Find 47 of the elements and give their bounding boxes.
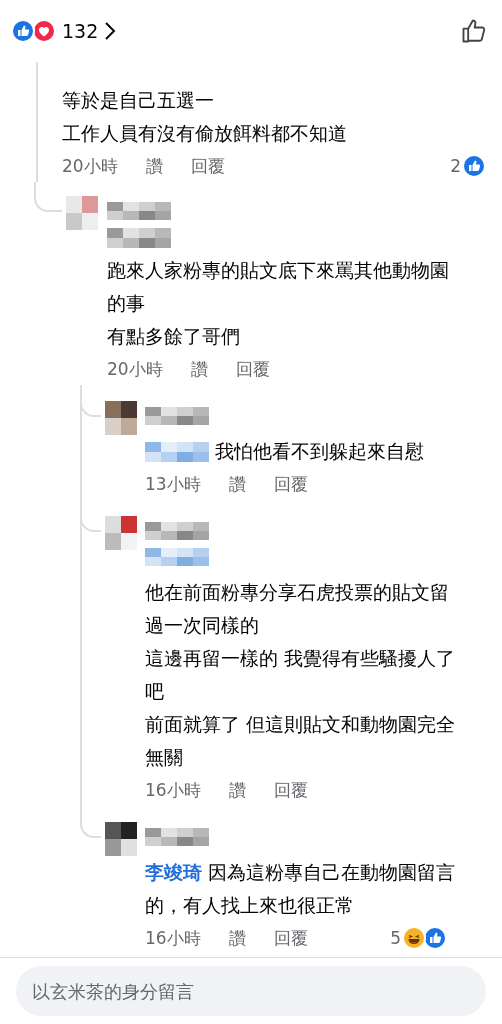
mention-link[interactable]: 李竣琦 [145,861,202,883]
thumbs-up-icon[interactable] [460,17,488,45]
like-link[interactable]: 讚 [190,357,208,381]
love-reaction-icon [32,19,56,43]
reaction-count: 5 [390,928,401,948]
reaction-count: 2 [450,156,461,176]
like-link[interactable]: 讚 [228,926,246,950]
comment-text: 跑來人家粉專的貼文底下來罵其他動物園的事 [107,258,450,316]
thread-connector [34,182,62,212]
comment-text: 這邊再留一樣的 我覺得有些騷擾人了吧 [145,646,457,704]
blurred-name [145,522,209,540]
blurred-mention [145,548,209,566]
reaction-count[interactable]: 132 [62,20,99,42]
comment-time: 13小時 [145,472,201,496]
comment-text: 前面就算了 但這則貼文和動物園完全無關 [145,712,457,770]
comment-text: 李竣琦 因為這粉專自己在動物園留言的，有人找上來也很正常 [145,860,457,918]
blurred-mention [145,441,209,462]
reply-link[interactable]: 回覆 [190,154,225,178]
like-link[interactable]: 讚 [228,778,246,802]
thread-connector [80,806,101,838]
avatar[interactable] [105,822,137,856]
blurred-name [145,828,209,846]
haha-reaction-icon [402,926,426,950]
comment-time: 20小時 [62,154,118,178]
like-reaction-icon [423,926,447,950]
chevron-right-icon[interactable] [104,21,117,41]
like-reaction-icon [462,154,486,178]
reply-link[interactable]: 回覆 [273,926,308,950]
comment-text: 工作人員有沒有偷放餌料都不知道 [62,121,348,146]
reply-link[interactable]: 回覆 [235,357,270,381]
blurred-name [107,202,171,220]
blurred-name [145,407,209,425]
like-link[interactable]: 讚 [228,472,246,496]
comment-text: 我怕他看不到躲起來自慰 [215,439,425,464]
comment-time: 16小時 [145,778,201,802]
comment-time: 16小時 [145,926,201,950]
comment-input[interactable]: 以玄米茶的身分留言 [16,966,486,1016]
avatar[interactable] [105,401,137,435]
reply-link[interactable]: 回覆 [273,778,308,802]
comment-text: 他在前面粉專分享石虎投票的貼文留過一次同樣的 [145,580,450,638]
comment-time: 20小時 [107,357,163,381]
like-link[interactable]: 讚 [145,154,163,178]
blurred-mention [107,228,171,248]
like-reaction-icon [11,19,35,43]
comment-text: 等於是自己五選一 [62,88,215,113]
reply-link[interactable]: 回覆 [273,472,308,496]
comment-text: 有點多餘了哥們 [107,324,241,349]
